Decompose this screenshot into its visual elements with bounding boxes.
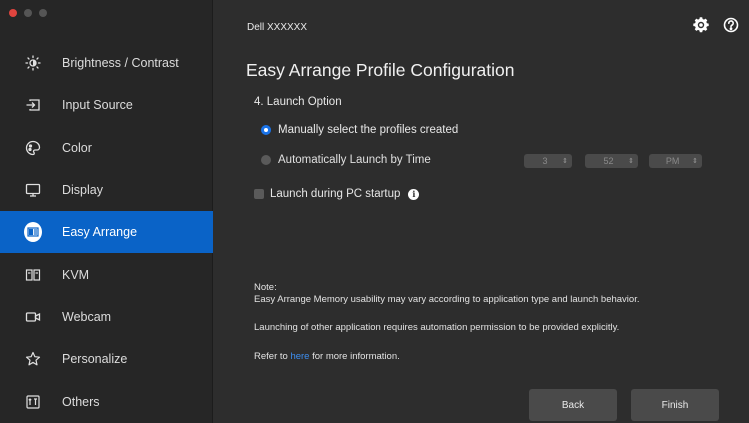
sidebar-item-label: KVM bbox=[62, 267, 90, 282]
page-title: Easy Arrange Profile Configuration bbox=[246, 60, 515, 80]
hour-value: 3 bbox=[542, 156, 548, 166]
back-button[interactable]: Back bbox=[529, 389, 617, 421]
sidebar-item-label: Display bbox=[62, 183, 103, 198]
auto-launch-option[interactable]: Automatically Launch by Time bbox=[261, 154, 431, 166]
stepper-arrows-icon[interactable]: ⇕ bbox=[562, 157, 568, 165]
window-title: Dell XXXXXX bbox=[247, 22, 308, 33]
finish-button[interactable]: Finish bbox=[631, 389, 719, 421]
section-heading: 4. Launch Option bbox=[254, 96, 342, 108]
close-window-button[interactable] bbox=[9, 9, 17, 17]
info-icon[interactable]: i bbox=[408, 188, 420, 200]
display-icon bbox=[24, 181, 42, 199]
sidebar-item-input-source[interactable]: Input Source bbox=[0, 84, 213, 126]
refer-suffix: for more information. bbox=[312, 351, 400, 362]
manual-select-option[interactable]: Manually select the profiles created bbox=[261, 124, 458, 136]
help-icon[interactable] bbox=[723, 17, 739, 33]
color-icon bbox=[24, 139, 42, 157]
others-icon bbox=[24, 393, 42, 411]
sidebar-item-display[interactable]: Display bbox=[0, 169, 213, 211]
sidebar-item-brightness-contrast[interactable]: Brightness / Contrast bbox=[0, 42, 213, 84]
sidebar-item-label: Brightness / Contrast bbox=[62, 56, 179, 71]
minimize-window-button[interactable] bbox=[24, 9, 32, 17]
radio-manual[interactable] bbox=[261, 125, 271, 135]
sidebar-item-label: Input Source bbox=[62, 98, 133, 113]
sidebar-item-webcam[interactable]: Webcam bbox=[0, 296, 213, 338]
sidebar-item-label: Color bbox=[62, 140, 92, 155]
here-link[interactable]: here bbox=[290, 351, 309, 362]
settings-gear-icon[interactable] bbox=[693, 17, 709, 33]
easy-arrange-icon bbox=[24, 222, 42, 243]
sidebar-item-kvm[interactable]: KVM bbox=[0, 253, 213, 295]
option-label: Automatically Launch by Time bbox=[278, 154, 431, 166]
sidebar-item-label: Others bbox=[62, 394, 100, 409]
sidebar-item-label: Personalize bbox=[62, 352, 128, 367]
hour-stepper[interactable]: 3 ⇕ bbox=[524, 154, 572, 168]
refer-prefix: Refer to bbox=[254, 351, 288, 362]
sidebar-item-easy-arrange[interactable]: Easy Arrange bbox=[0, 211, 213, 254]
startup-launch-option: Launch during PC startup i bbox=[254, 188, 420, 200]
ampm-value: PM bbox=[665, 156, 680, 166]
sidebar-nav: Brightness / Contrast Input Source Color… bbox=[0, 42, 213, 423]
sidebar-item-personalize[interactable]: Personalize bbox=[0, 338, 213, 380]
sidebar-item-color[interactable]: Color bbox=[0, 127, 213, 169]
note-line-1: Easy Arrange Memory usability may vary a… bbox=[254, 294, 640, 305]
sidebar-item-label: Easy Arrange bbox=[62, 225, 138, 240]
minute-stepper[interactable]: 52 ⇕ bbox=[585, 154, 638, 168]
app-window: Brightness / Contrast Input Source Color… bbox=[0, 0, 749, 423]
webcam-icon bbox=[24, 308, 42, 326]
stepper-arrows-icon[interactable]: ⇕ bbox=[692, 157, 698, 165]
sidebar-item-label: Webcam bbox=[62, 309, 112, 324]
star-icon bbox=[24, 350, 42, 368]
note-refer: Refer to here for more information. bbox=[254, 351, 400, 362]
startup-checkbox[interactable] bbox=[254, 189, 264, 199]
radio-auto[interactable] bbox=[261, 155, 271, 165]
sidebar-item-others[interactable]: Others bbox=[0, 380, 213, 422]
minute-value: 52 bbox=[603, 156, 614, 166]
ampm-stepper[interactable]: PM ⇕ bbox=[649, 154, 702, 168]
stepper-arrows-icon[interactable]: ⇕ bbox=[628, 157, 634, 165]
note-line-2: Launching of other application requires … bbox=[254, 322, 620, 333]
maximize-window-button[interactable] bbox=[39, 9, 47, 17]
option-label: Manually select the profiles created bbox=[278, 124, 459, 136]
kvm-icon bbox=[24, 266, 42, 284]
input-source-icon bbox=[24, 96, 42, 114]
brightness-icon bbox=[24, 54, 42, 72]
note-heading: Note: bbox=[254, 282, 277, 293]
window-controls bbox=[9, 9, 47, 17]
sidebar: Brightness / Contrast Input Source Color… bbox=[0, 0, 213, 423]
startup-label: Launch during PC startup bbox=[270, 188, 401, 200]
